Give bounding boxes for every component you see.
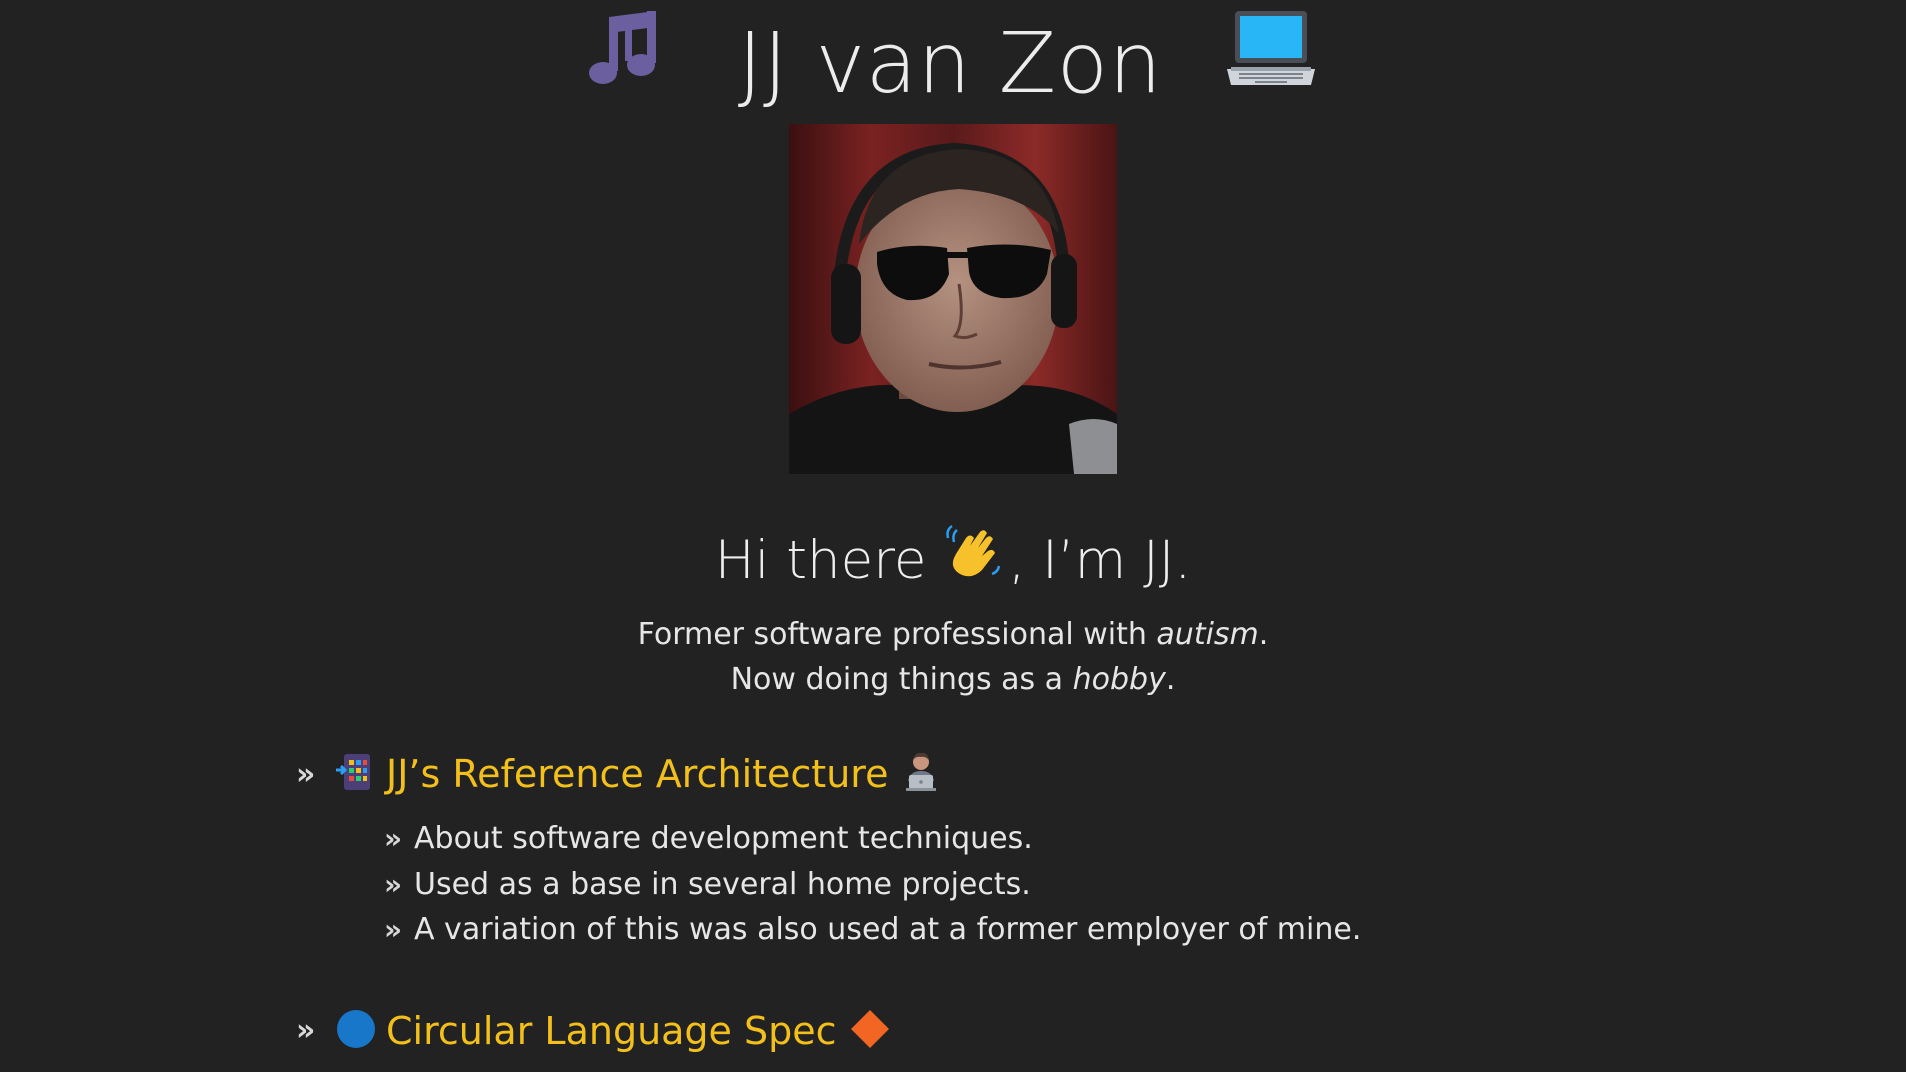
project-reference-architecture: » JJ’s Reference Architecture » About so… (296, 742, 1696, 953)
intro-line-2: Now doing things as a hobby. (0, 657, 1906, 702)
project-list: » JJ’s Reference Architecture » About so… (296, 742, 1696, 1063)
project-bullets: » About software development techniques. … (296, 816, 1696, 953)
blue-circle-icon (336, 1009, 376, 1053)
intro-line-2-text: Now doing things as a (730, 662, 1073, 697)
bullet-text: About software development techniques. (414, 821, 1033, 856)
intro-line-2-period: . (1165, 662, 1176, 697)
greeting: Hi there , I’m JJ. (0, 524, 1906, 602)
architecture-grid-icon (336, 752, 376, 796)
bullet-text: Used as a base in several home projects. (414, 866, 1031, 902)
site-title: JJ van Zon (0, 2, 1906, 119)
project-link-circular-language-spec[interactable]: Circular Language Spec (386, 1009, 837, 1053)
avatar (789, 124, 1117, 474)
music-notes-icon (588, 7, 675, 119)
orange-diamond-icon (849, 1008, 891, 1054)
raquo-bullet: » (384, 913, 403, 946)
project-title-row: » JJ’s Reference Architecture (296, 742, 1696, 806)
list-item: » Used as a base in several home projects… (384, 862, 1696, 908)
intro-line-2-emphasis: hobby (1072, 662, 1166, 697)
laptop-icon (1225, 7, 1317, 119)
project-title-row: » Circular Language Spec (296, 999, 1696, 1063)
page: JJ van Zon Hi there , I’m JJ. Former sof… (0, 0, 1906, 1072)
intro-line-1-emphasis: autism (1156, 617, 1259, 652)
intro: Former software professional with autism… (0, 612, 1906, 702)
site-title-text: JJ van Zon (737, 14, 1163, 112)
intro-line-1-text: Former software professional with (637, 617, 1157, 652)
list-item: » About software development techniques. (384, 816, 1696, 862)
bullet-text: A variation of this was also used at a f… (414, 912, 1362, 947)
waving-hand-icon (944, 524, 1002, 602)
list-item: » A variation of this was also used at a … (384, 907, 1696, 953)
raquo-bullet: » (384, 822, 403, 855)
raquo-bullet: » (384, 867, 403, 901)
greeting-suffix: , I’m JJ. (1008, 530, 1192, 591)
raquo-bullet: » (296, 756, 316, 792)
project-circular-language-spec: » Circular Language Spec (296, 999, 1696, 1063)
greeting-prefix: Hi there (714, 530, 927, 591)
raquo-bullet: » (296, 1013, 316, 1048)
intro-line-1-period: . (1258, 617, 1269, 652)
project-link-reference-architecture[interactable]: JJ’s Reference Architecture (386, 752, 888, 796)
intro-line-1: Former software professional with autism… (0, 612, 1906, 657)
technologist-icon (900, 751, 942, 797)
